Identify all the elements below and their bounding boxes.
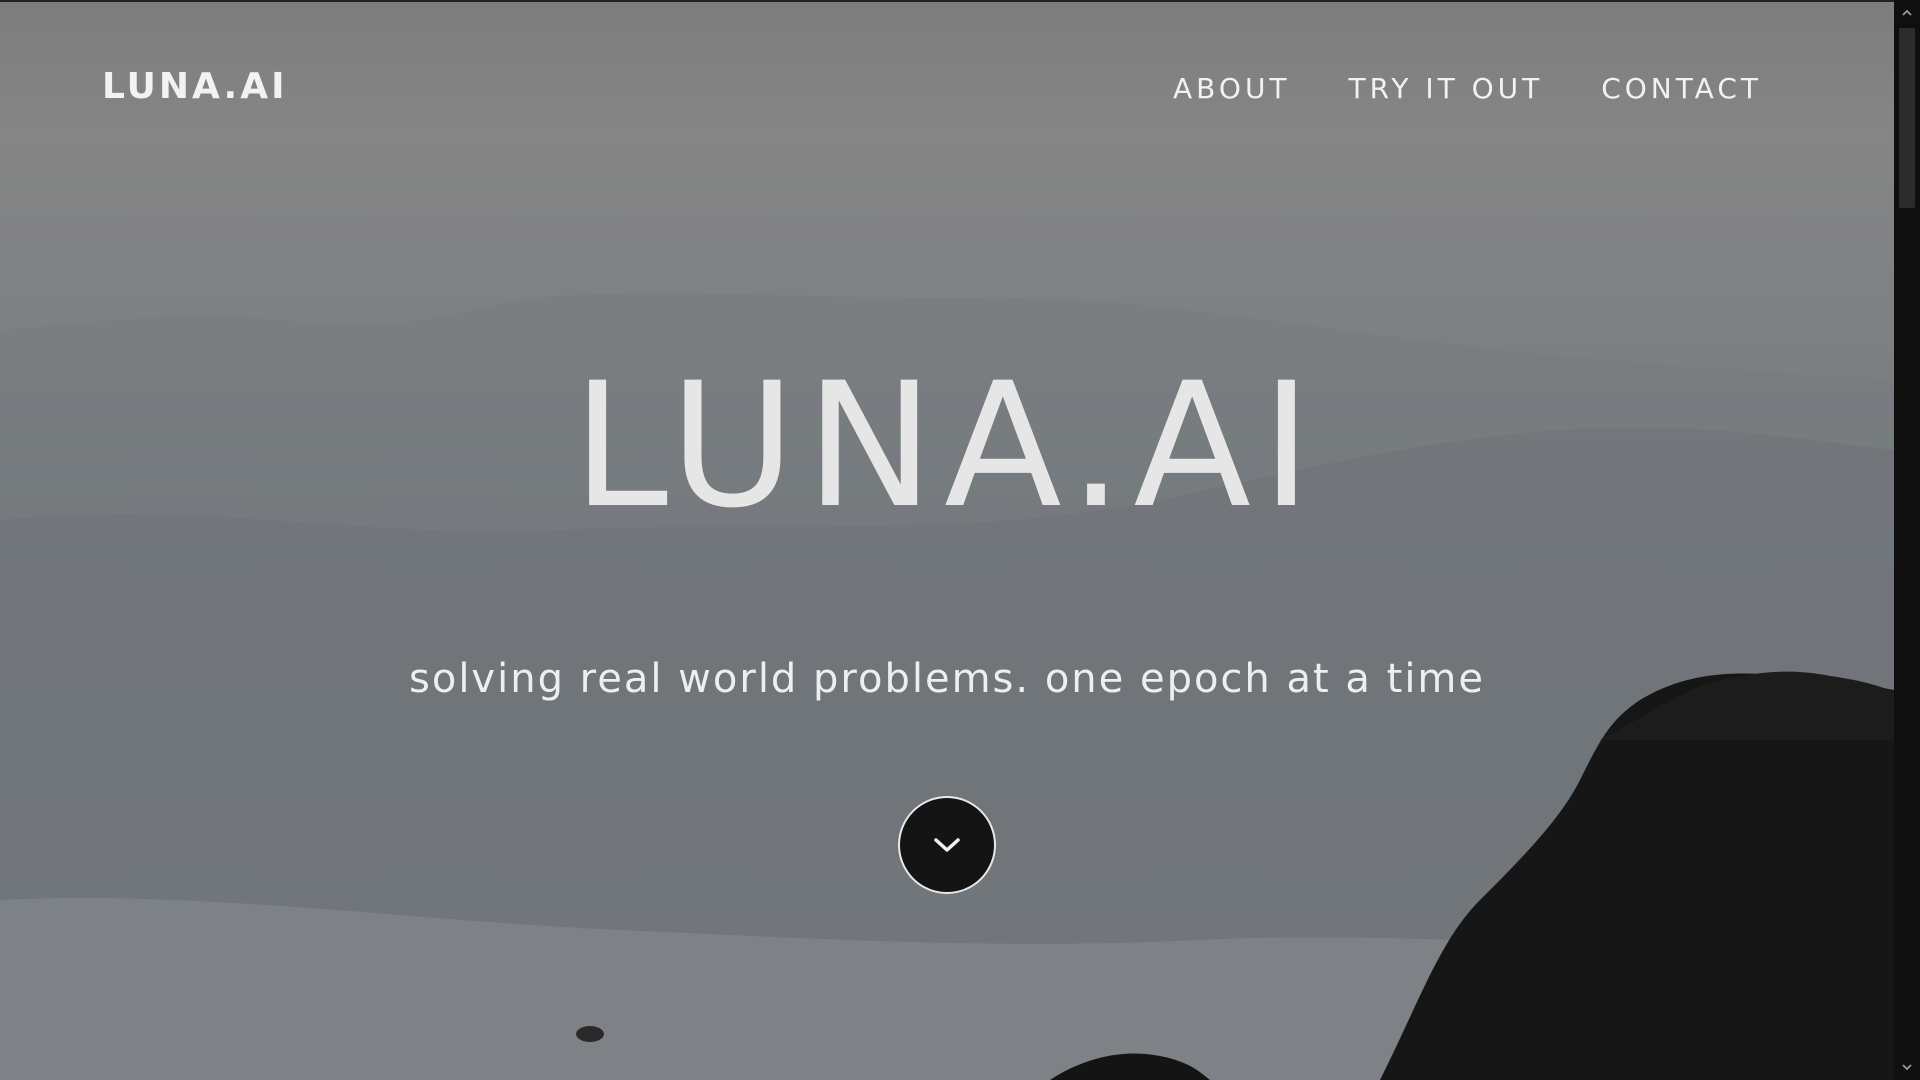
scroll-down-button[interactable] [898,796,996,894]
page-viewport: LUNA.AI ABOUT TRY IT OUT CONTACT LUNA.AI… [0,0,1894,1080]
brand-logo-link[interactable]: LUNA.AI [102,66,287,107]
scrollbar-down-button[interactable] [1894,1056,1920,1078]
scrollbar-up-button[interactable] [1894,2,1920,24]
nav-link-about[interactable]: ABOUT [1173,72,1291,105]
chevron-down-icon [934,838,960,852]
scrollbar-thumb[interactable] [1899,28,1915,208]
nav-link-try-it-out[interactable]: TRY IT OUT [1349,72,1544,105]
vertical-scrollbar[interactable] [1894,0,1920,1080]
scrollbar-up-arrow-icon [1902,9,1912,16]
nav-link-contact[interactable]: CONTACT [1601,72,1762,105]
top-navigation: LUNA.AI ABOUT TRY IT OUT CONTACT [0,0,1894,180]
hero-subtitle: solving real world problems. one epoch a… [409,656,1485,702]
nav-menu: ABOUT TRY IT OUT CONTACT [1173,72,1762,105]
hero-title: LUNA.AI [572,345,1322,546]
scrollbar-down-arrow-icon [1902,1064,1912,1071]
